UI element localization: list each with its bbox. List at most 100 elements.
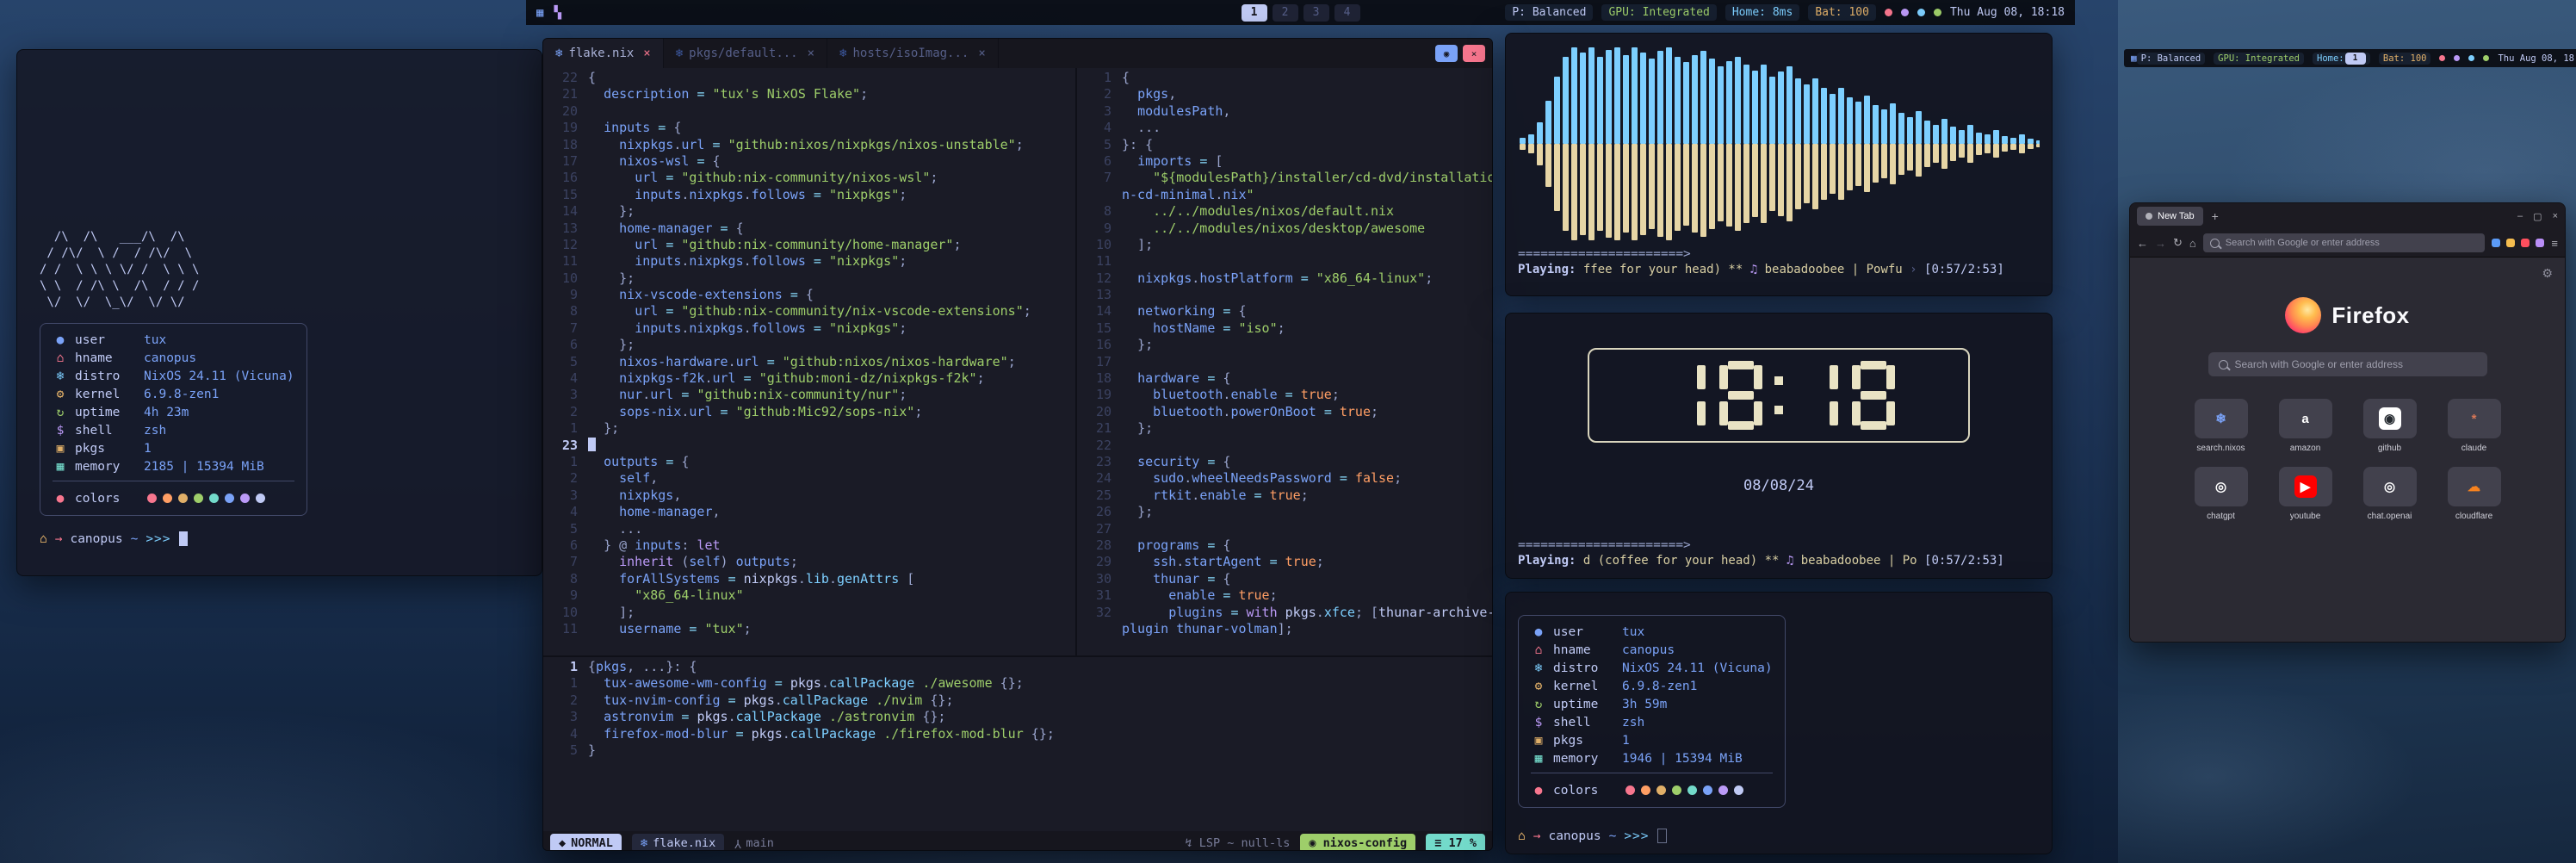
fetch-row-icon: ▣ xyxy=(53,442,68,456)
workspace-button[interactable]: 1 xyxy=(2345,53,2366,65)
tray-icon[interactable] xyxy=(2468,55,2474,61)
shortcut-tile[interactable]: ☁cloudflare xyxy=(2435,467,2514,521)
editor-tab[interactable]: ❄hosts/isoImag...× xyxy=(827,39,999,68)
line-number: 7 xyxy=(1077,170,1122,186)
visualizer-bar xyxy=(1657,44,1663,244)
code-line: 11 inputs.nixpkgs.follows = "nixpkgs"; xyxy=(543,253,1075,270)
visualizer-bar xyxy=(1778,44,1784,244)
shortcut-tile[interactable]: ▶youtube xyxy=(2266,467,2345,521)
code-text: rtkit.enable = true; xyxy=(1122,487,1309,503)
shortcut-tile[interactable]: aamazon xyxy=(2266,399,2345,453)
shortcut-label: chatgpt xyxy=(2207,512,2235,521)
editor-pane-iso[interactable]: 1{2 pkgs,3 modulesPath,4 ...5}: {6 impor… xyxy=(1077,68,1492,655)
bar-left-icons: ▦▚ xyxy=(536,6,561,20)
url-bar[interactable]: Search with Google or enter address xyxy=(2203,233,2486,252)
code-text: plugin thunar-volman]; xyxy=(1122,621,1293,636)
fetch-row: ⚙kernel6.9.8-zen1 xyxy=(53,385,294,403)
fetch-row-label: hname xyxy=(75,351,137,365)
palette-dot xyxy=(1641,785,1650,795)
shortcut-tile-box: ▶ xyxy=(2279,467,2332,506)
shortcut-tile[interactable]: ❄search.nixos xyxy=(2182,399,2261,453)
new-tab-button[interactable]: + xyxy=(2212,209,2219,223)
palette-icon: ● xyxy=(53,492,68,506)
extension-icon[interactable] xyxy=(2536,239,2544,247)
tray-icon[interactable] xyxy=(1901,9,1909,16)
code-text: inputs = { xyxy=(588,120,681,135)
shortcut-tile[interactable]: *claude xyxy=(2435,399,2514,453)
tray-icon[interactable] xyxy=(2454,55,2460,61)
window-control-button[interactable]: ▢ xyxy=(2533,211,2542,222)
editor-pane-pkgs[interactable]: 1{pkgs, ...}: {1 tux-awesome-wm-config =… xyxy=(543,657,1492,831)
code-text: ]; xyxy=(588,605,635,620)
extension-icon[interactable] xyxy=(2492,239,2500,247)
visualizer-bar xyxy=(1761,44,1767,244)
editor-tab[interactable]: ❄flake.nix× xyxy=(543,39,664,68)
tab-close-icon[interactable]: × xyxy=(978,47,985,60)
editor-tab[interactable]: ❄pkgs/default...× xyxy=(664,39,827,68)
tab-close-icon[interactable]: × xyxy=(808,47,814,60)
workspace-button[interactable]: 1 xyxy=(1242,4,1267,22)
eye-toggle-button[interactable]: ◉ xyxy=(1435,45,1458,62)
code-line: 3 nixpkgs, xyxy=(543,487,1075,504)
code-line: 7 inherit (self) outputs; xyxy=(543,554,1075,570)
reload-icon[interactable]: ↻ xyxy=(2173,236,2183,250)
tray-icon[interactable] xyxy=(2439,55,2445,61)
shortcut-tile[interactable]: ◎chatgpt xyxy=(2182,467,2261,521)
workspace-button[interactable]: 4 xyxy=(1334,4,1360,22)
visualizer-bar xyxy=(1786,44,1793,244)
line-number: 2 xyxy=(1077,86,1122,102)
apps-grid-icon[interactable]: ▦ xyxy=(2131,53,2137,64)
prompt-path: ~ xyxy=(1609,829,1617,843)
right-top-bar: ▦ 1 P: BalancedGPU: IntegratedHome: 6msB… xyxy=(2124,49,2576,67)
code-line: 12 url = "github:nix-community/home-mana… xyxy=(543,237,1075,253)
tray-icon[interactable] xyxy=(1934,9,1941,16)
window-control-button[interactable]: – xyxy=(2517,211,2523,222)
extension-icon[interactable] xyxy=(2506,239,2515,247)
fetch-row-value: 1 xyxy=(1622,734,1630,748)
search-input[interactable]: Search with Google or enter address xyxy=(2208,352,2487,376)
fetch-row-label: memory xyxy=(1553,752,1615,766)
shortcut-tile[interactable]: ◉github xyxy=(2350,399,2430,453)
fastfetch-info-box: ●usertux⌂hnamecanopus❄distroNixOS 24.11 … xyxy=(1518,615,1786,808)
extension-icon[interactable] xyxy=(2521,239,2530,247)
code-text: ]; xyxy=(1122,237,1153,252)
code-line: 23 xyxy=(543,438,1075,454)
browser-tab[interactable]: New Tab xyxy=(2137,207,2203,226)
window-control-button[interactable]: × xyxy=(2553,211,2558,222)
forward-icon[interactable]: → xyxy=(2155,237,2166,250)
visualizer-bar xyxy=(1976,44,1982,244)
tab-label: pkgs/default... xyxy=(689,47,797,60)
tray-icon[interactable] xyxy=(2483,55,2489,61)
menu-icon[interactable]: ≡ xyxy=(2551,237,2558,250)
fetch-row-label: shell xyxy=(75,424,137,438)
tab-close-icon[interactable]: × xyxy=(643,47,650,60)
home-icon[interactable]: ⌂ xyxy=(2189,237,2196,250)
gear-icon[interactable]: ⚙ xyxy=(2542,266,2553,281)
shell-prompt[interactable]: ⌂→canopus~>>> xyxy=(40,531,519,546)
code-line: 20 bluetooth.powerOnBoot = true; xyxy=(1077,404,1492,420)
shell-prompt[interactable]: ⌂→canopus~>>> xyxy=(1518,829,2040,843)
tray-icon[interactable] xyxy=(1917,9,1925,16)
workspace-button[interactable]: 2 xyxy=(1273,4,1298,22)
code-line: 5 nixos-hardware.url = "github:nixos/nix… xyxy=(543,354,1075,370)
fetch-row: ❄distroNixOS 24.11 (Vicuna) xyxy=(1531,659,1773,677)
code-line: 14 }; xyxy=(543,203,1075,220)
editor-pane-flake[interactable]: 22{21 description = "tux's NixOS Flake";… xyxy=(543,68,1077,655)
tray-icon[interactable] xyxy=(1885,9,1892,16)
layout-icon[interactable]: ▚ xyxy=(554,6,560,20)
apps-grid-icon[interactable]: ▦ xyxy=(536,6,543,20)
shortcut-tile[interactable]: ◎chat.openai xyxy=(2350,467,2430,521)
firefox-logo xyxy=(2285,297,2321,333)
palette-dot xyxy=(178,494,188,503)
line-number: 17 xyxy=(543,153,588,170)
fetch-colors-row: ●colors xyxy=(53,481,294,508)
code-line: 18 nixpkgs.url = "github:nixos/nixpkgs/n… xyxy=(543,137,1075,153)
window-close-button[interactable]: × xyxy=(1463,45,1485,62)
workspace-button[interactable]: 3 xyxy=(1303,4,1329,22)
code-text: nix-vscode-extensions = { xyxy=(588,287,814,302)
code-text: home-manager, xyxy=(588,504,721,519)
fetch-row-value: zsh xyxy=(144,424,166,438)
clock-colon xyxy=(1773,376,1785,414)
back-icon[interactable]: ← xyxy=(2137,237,2148,250)
code-text: inputs.nixpkgs.follows = "nixpkgs"; xyxy=(588,320,907,336)
